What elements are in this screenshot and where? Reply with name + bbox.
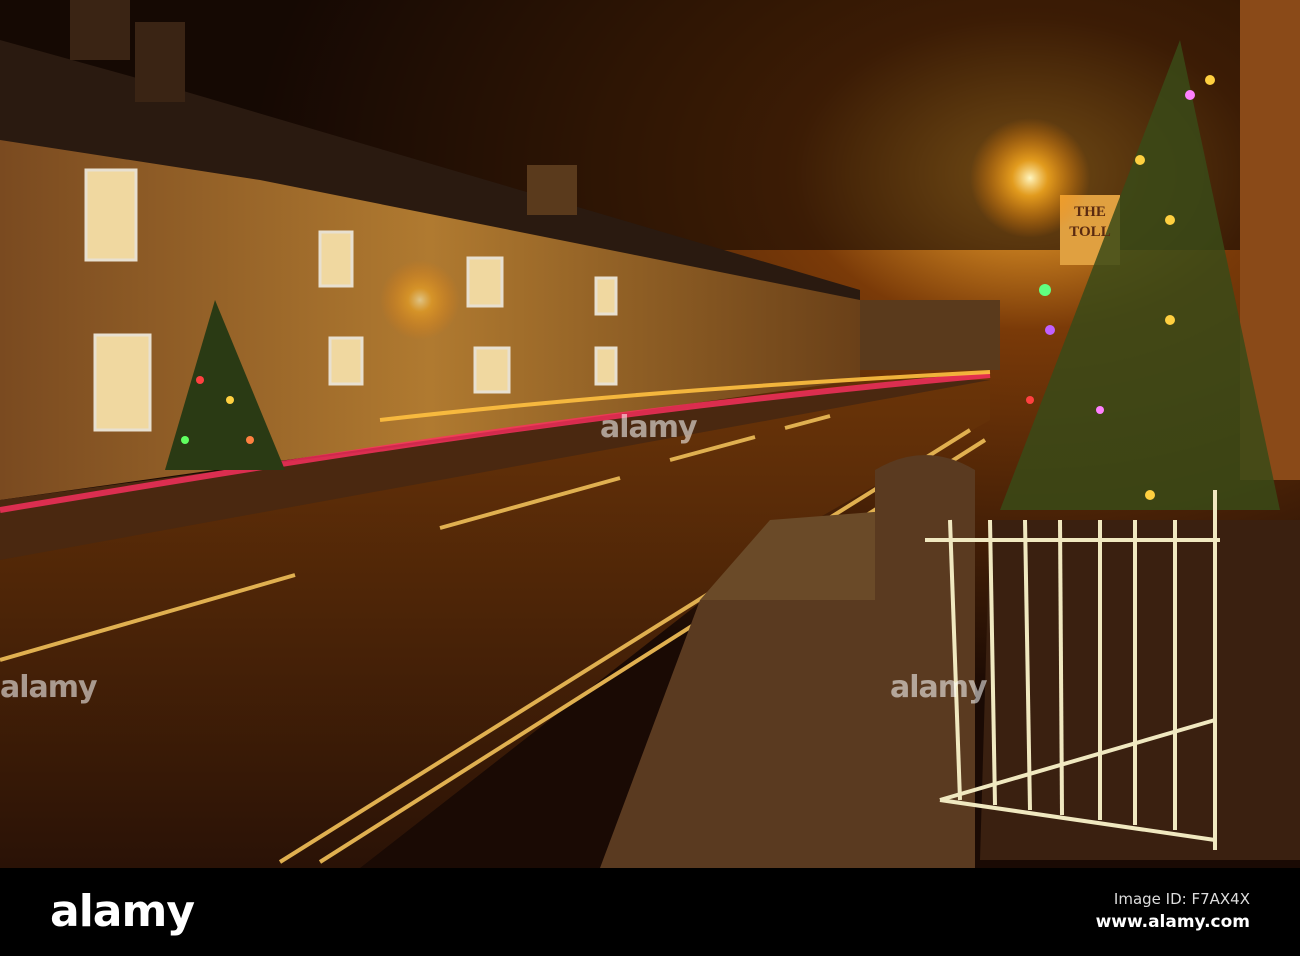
chimney <box>70 0 130 60</box>
image-id: Image ID: F7AX4X <box>1113 890 1250 908</box>
toll-sign-text: THE TOLL <box>1069 204 1111 240</box>
stock-photo-frame: THE TOLL alamy alamy alamy alamy Image I… <box>0 0 1300 956</box>
alamy-logo: alamy <box>50 886 195 937</box>
watermark-left: alamy <box>0 670 98 705</box>
watermark-right: alamy <box>890 670 988 705</box>
site-url: www.alamy.com <box>1095 912 1250 932</box>
watermark-center: alamy <box>600 410 698 445</box>
footer-bar: alamy Image ID: F7AX4X www.alamy.com <box>0 868 1300 956</box>
gatepost <box>875 455 975 868</box>
far-building <box>860 300 1000 370</box>
